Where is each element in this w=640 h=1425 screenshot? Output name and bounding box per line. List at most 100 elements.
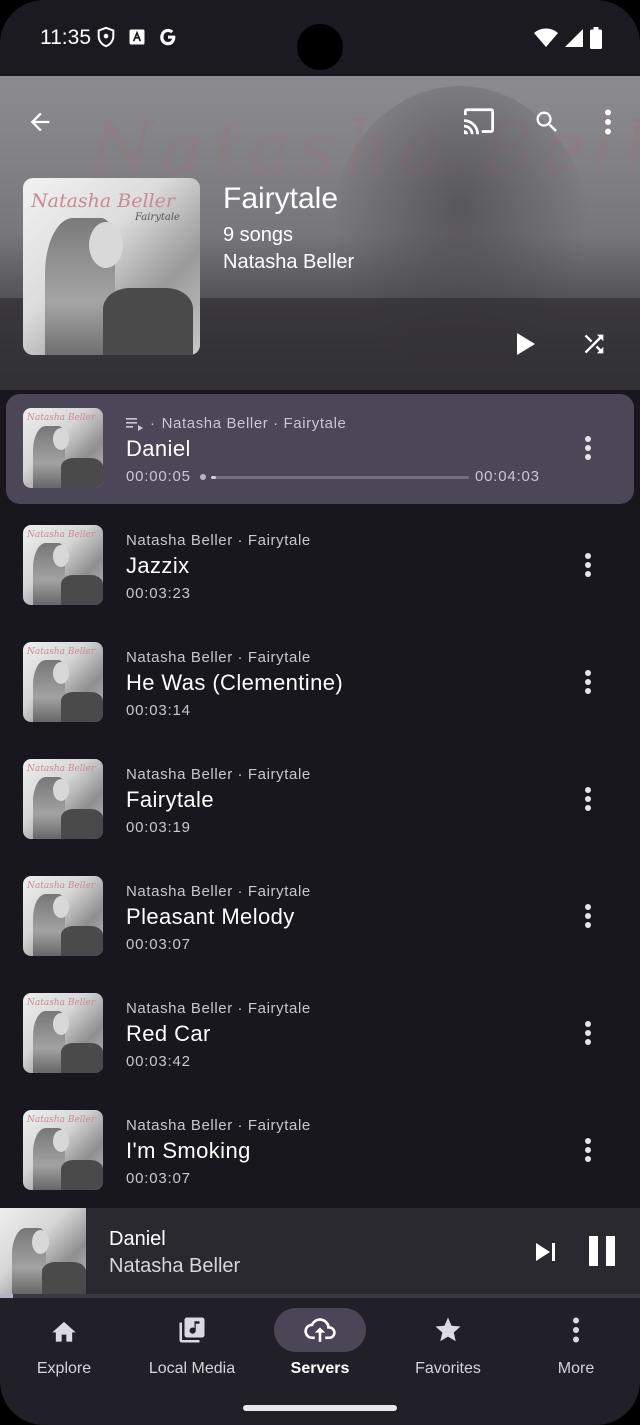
device-screen: 11:35 Natasha Beller bbox=[0, 0, 640, 1425]
more-vertical-icon bbox=[585, 436, 591, 460]
search-button[interactable] bbox=[523, 98, 571, 146]
pause-icon bbox=[589, 1236, 615, 1266]
nav-label: Local Media bbox=[148, 1360, 236, 1377]
nav-servers[interactable]: Servers bbox=[256, 1308, 384, 1388]
song-row[interactable]: Natasha Beller Natasha Beller · Fairytal… bbox=[0, 1092, 640, 1209]
song-more-button[interactable] bbox=[568, 545, 608, 585]
cover-album-script: Fairytale bbox=[135, 212, 180, 223]
google-icon bbox=[160, 28, 176, 46]
more-vertical-icon bbox=[585, 553, 591, 577]
status-time: 11:35 bbox=[40, 26, 91, 49]
song-title: Fairytale bbox=[126, 787, 214, 812]
nav-label: Servers bbox=[290, 1360, 350, 1377]
home-indicator[interactable] bbox=[243, 1405, 397, 1411]
song-row[interactable]: Natasha Beller Natasha Beller · Fairytal… bbox=[0, 624, 640, 741]
song-thumbnail: Natasha Beller bbox=[23, 993, 103, 1073]
wifi-icon bbox=[534, 28, 558, 47]
song-more-button[interactable] bbox=[568, 1130, 608, 1170]
song-row[interactable]: Natasha Beller Natasha Beller · Fairytal… bbox=[0, 741, 640, 858]
song-more-button[interactable] bbox=[568, 779, 608, 819]
song-meta: Natasha Beller · Fairytale bbox=[126, 883, 311, 900]
song-meta: Natasha Beller · Fairytale bbox=[126, 649, 311, 666]
mini-player-thumbnail bbox=[0, 1208, 86, 1294]
song-meta: Natasha Beller · Fairytale bbox=[126, 532, 311, 549]
song-thumbnail: Natasha Beller bbox=[23, 759, 103, 839]
status-bar: 11:35 bbox=[0, 0, 640, 76]
mini-player[interactable]: Daniel Natasha Beller bbox=[0, 1208, 640, 1298]
skip-next-icon bbox=[536, 1243, 555, 1261]
nav-more[interactable]: More bbox=[512, 1308, 640, 1388]
nav-favorites[interactable]: Favorites bbox=[384, 1308, 512, 1388]
pause-button[interactable] bbox=[578, 1227, 626, 1275]
song-meta: Natasha Beller · Fairytale bbox=[126, 1000, 311, 1017]
more-vertical-icon bbox=[573, 1317, 579, 1343]
song-meta: Natasha Beller · Fairytale bbox=[126, 1117, 311, 1134]
signal-icon bbox=[565, 29, 583, 47]
nav-label: Explore bbox=[36, 1360, 92, 1377]
song-row[interactable]: Natasha Beller Natasha Beller · Fairytal… bbox=[0, 858, 640, 975]
song-more-button[interactable] bbox=[568, 428, 608, 468]
cloud-sync-icon bbox=[304, 1318, 336, 1342]
album-artist[interactable]: Natasha Beller bbox=[223, 251, 354, 274]
cast-button[interactable] bbox=[455, 98, 503, 146]
mini-player-title: Daniel bbox=[109, 1228, 166, 1250]
song-count: 9 songs bbox=[223, 224, 294, 246]
front-camera bbox=[297, 24, 343, 70]
play-icon bbox=[517, 333, 535, 355]
more-vertical-icon bbox=[585, 904, 591, 928]
song-thumbnail: Natasha Beller bbox=[23, 642, 103, 722]
progress-track[interactable] bbox=[211, 476, 469, 479]
arrow-back-icon bbox=[30, 112, 50, 132]
library-music-icon bbox=[179, 1317, 205, 1343]
song-more-button[interactable] bbox=[568, 896, 608, 936]
song-row[interactable]: Natasha Beller Natasha Beller · Fairytal… bbox=[0, 975, 640, 1092]
total-time: 00:04:03 bbox=[475, 468, 540, 485]
album-header: Natasha Beller Natasha Beller Fairytale … bbox=[0, 76, 640, 390]
shield-icon bbox=[97, 26, 115, 48]
song-title: I'm Smoking bbox=[126, 1138, 251, 1163]
mini-player-artist: Natasha Beller bbox=[109, 1255, 241, 1277]
more-vertical-icon bbox=[585, 1138, 591, 1162]
album-title: Fairytale bbox=[223, 182, 339, 215]
home-icon bbox=[52, 1321, 76, 1342]
nav-explore[interactable]: Explore bbox=[0, 1308, 128, 1388]
song-thumbnail: Natasha Beller bbox=[23, 876, 103, 956]
more-vertical-icon bbox=[605, 109, 611, 135]
nav-local-media[interactable]: Local Media bbox=[128, 1308, 256, 1388]
search-icon bbox=[536, 111, 557, 132]
queue-playing-icon bbox=[126, 417, 143, 431]
song-meta: Natasha Beller · Fairytale bbox=[126, 766, 311, 783]
song-duration: 00:03:14 bbox=[126, 702, 191, 719]
song-thumbnail: Natasha Beller bbox=[23, 408, 103, 488]
cover-artist-script: Natasha Beller bbox=[31, 190, 175, 212]
song-duration: 00:03:19 bbox=[126, 819, 191, 836]
song-duration: 00:03:07 bbox=[126, 936, 191, 953]
song-row[interactable]: Natasha Beller Natasha Beller · Fairytal… bbox=[0, 507, 640, 624]
play-all-button[interactable] bbox=[502, 320, 550, 368]
cast-icon bbox=[464, 108, 494, 135]
elapsed-time: 00:00:05 bbox=[126, 468, 191, 485]
more-vertical-icon bbox=[585, 670, 591, 694]
song-more-button[interactable] bbox=[568, 662, 608, 702]
nav-label: More bbox=[557, 1360, 595, 1377]
song-more-button[interactable] bbox=[568, 1013, 608, 1053]
progress-fill bbox=[211, 476, 217, 479]
song-duration: 00:03:07 bbox=[126, 1170, 191, 1187]
more-vertical-icon bbox=[585, 1021, 591, 1045]
overflow-menu-button[interactable] bbox=[584, 98, 632, 146]
skip-next-button[interactable] bbox=[522, 1228, 570, 1276]
shuffle-button[interactable] bbox=[570, 320, 618, 368]
nav-label: Favorites bbox=[415, 1360, 481, 1377]
song-title: He Was (Clementine) bbox=[126, 670, 344, 695]
song-duration: 00:03:42 bbox=[126, 1053, 191, 1070]
song-title: Jazzix bbox=[126, 553, 190, 578]
more-vertical-icon bbox=[585, 787, 591, 811]
song-row-now-playing[interactable]: Natasha Beller · Natasha Beller · Fairyt… bbox=[0, 390, 640, 507]
song-thumbnail: Natasha Beller bbox=[23, 1110, 103, 1190]
song-thumbnail: Natasha Beller bbox=[23, 525, 103, 605]
shuffle-icon bbox=[584, 334, 604, 354]
album-cover: Natasha Beller Fairytale bbox=[23, 178, 200, 355]
song-title: Red Car bbox=[126, 1021, 211, 1046]
back-button[interactable] bbox=[16, 98, 64, 146]
song-meta: Natasha Beller · Fairytale bbox=[161, 415, 347, 432]
